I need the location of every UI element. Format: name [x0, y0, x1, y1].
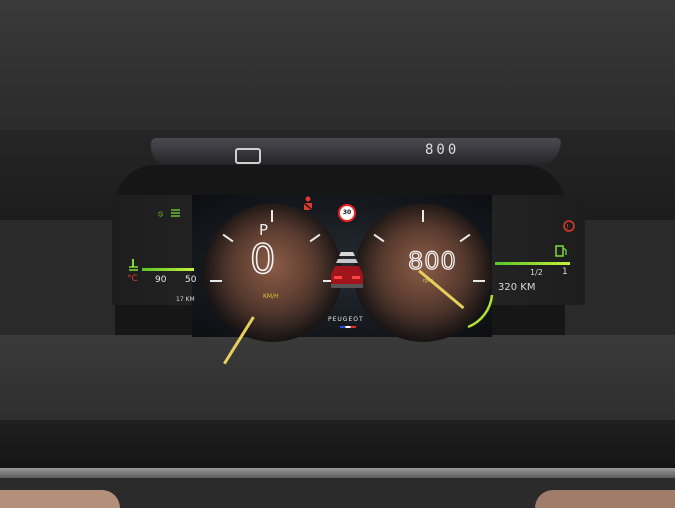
temperature-mark-low: 90 — [155, 275, 167, 285]
speed-readout: 0 — [249, 236, 276, 284]
chrome-trim — [0, 468, 675, 478]
parking-brake-icon: ! — [563, 220, 575, 232]
hand-right — [535, 490, 675, 508]
fuel-full-label: 1 — [562, 267, 568, 277]
fuel-range-readout: 320 KM — [498, 282, 536, 293]
left-range-readout: 17 KM — [176, 296, 195, 303]
temperature-gauge-bar — [142, 268, 194, 271]
brand-label: PEUGEOT — [328, 316, 364, 323]
dashboard-photo: 800 P 0 KM/H 800 rpm 30 PEUGEOT ⦸ °C 90 … — [0, 0, 675, 508]
fuel-half-label: 1/2 — [530, 268, 543, 277]
speed-tick — [271, 210, 273, 222]
dashboard-panel — [0, 420, 675, 475]
coolant-temperature-icon — [129, 259, 138, 271]
auto-high-beam-icon: ⦸ — [158, 209, 180, 218]
hud-car-icon — [235, 148, 261, 164]
speed-limit-sign: 30 — [338, 204, 356, 222]
speed-unit: KM/H — [263, 293, 279, 300]
fuel-gauge-bar — [495, 262, 570, 265]
hand-left — [0, 490, 120, 508]
temperature-mark-high: 50 — [185, 275, 197, 285]
hud-speed-readout: 800 — [425, 142, 460, 158]
rpm-tick — [473, 280, 485, 282]
svg-text:⦸: ⦸ — [158, 209, 164, 218]
windshield-area — [0, 0, 675, 150]
temperature-unit: °C — [127, 274, 138, 284]
brand-flag — [340, 326, 356, 328]
rpm-unit: rpm — [423, 278, 434, 284]
fuel-pump-icon — [555, 245, 567, 257]
dashboard-lower — [0, 335, 675, 425]
rpm-tick — [422, 210, 424, 222]
car-front-icon — [331, 252, 363, 288]
svg-text:!: ! — [566, 223, 569, 231]
speed-tick — [210, 280, 222, 282]
rpm-readout: 800 — [407, 246, 457, 275]
seatbelt-warning-icon — [303, 196, 313, 211]
rpm-arc — [467, 294, 494, 329]
head-up-display — [148, 138, 562, 168]
